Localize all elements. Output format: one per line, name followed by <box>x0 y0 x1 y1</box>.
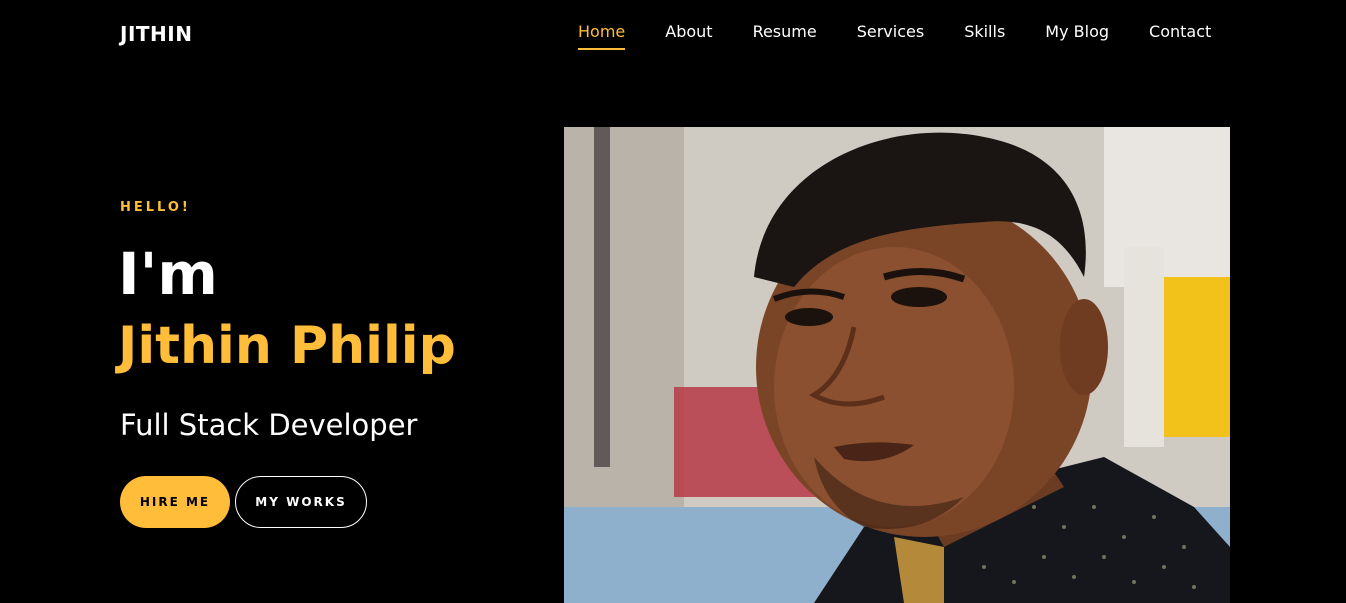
page: JITHIN Home About Resume Services Skills… <box>0 0 1346 603</box>
nav-item-services[interactable]: Services <box>857 22 924 42</box>
main-nav: Home About Resume Services Skills My Blo… <box>578 22 1211 50</box>
nav-item-contact[interactable]: Contact <box>1149 22 1211 42</box>
nav-item-resume[interactable]: Resume <box>753 22 817 42</box>
my-works-button[interactable]: MY WORKS <box>235 476 367 528</box>
nav-item-my-blog[interactable]: My Blog <box>1045 22 1109 42</box>
nav-item-home[interactable]: Home <box>578 22 626 50</box>
hero-name: Jithin Philip <box>118 316 456 376</box>
hero-intro: I'm <box>118 240 218 308</box>
nav-item-about[interactable]: About <box>665 22 712 42</box>
profile-photo <box>564 127 1230 603</box>
hero-role: Full Stack Developer <box>120 408 418 442</box>
nav-item-skills[interactable]: Skills <box>964 22 1005 42</box>
brand-logo[interactable]: JITHIN <box>120 22 192 46</box>
hire-me-button[interactable]: HIRE ME <box>120 476 230 528</box>
hero-greeting: HELLO! <box>120 200 191 215</box>
profile-photo-illustration <box>564 127 1230 603</box>
